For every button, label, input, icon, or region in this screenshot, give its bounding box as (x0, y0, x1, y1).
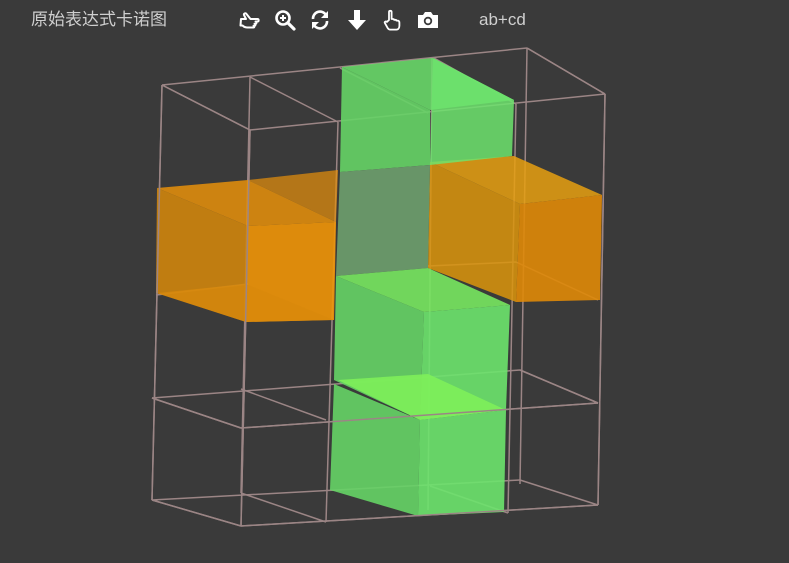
expression-label: ab+cd (479, 10, 526, 29)
download-icon[interactable] (344, 7, 370, 33)
page-title: 原始表达式卡诺图 (31, 10, 167, 30)
karnaugh-map-viewer: 原始表达式卡诺图 ab+cd (0, 0, 789, 563)
pointer-icon[interactable] (237, 7, 263, 33)
karnaugh-map-3d[interactable] (0, 0, 789, 563)
hand-icon[interactable] (379, 7, 405, 33)
camera-icon[interactable] (415, 7, 441, 33)
zoom-icon[interactable] (272, 7, 298, 33)
refresh-icon[interactable] (307, 7, 333, 33)
toolbar: 原始表达式卡诺图 ab+cd (0, 0, 789, 40)
